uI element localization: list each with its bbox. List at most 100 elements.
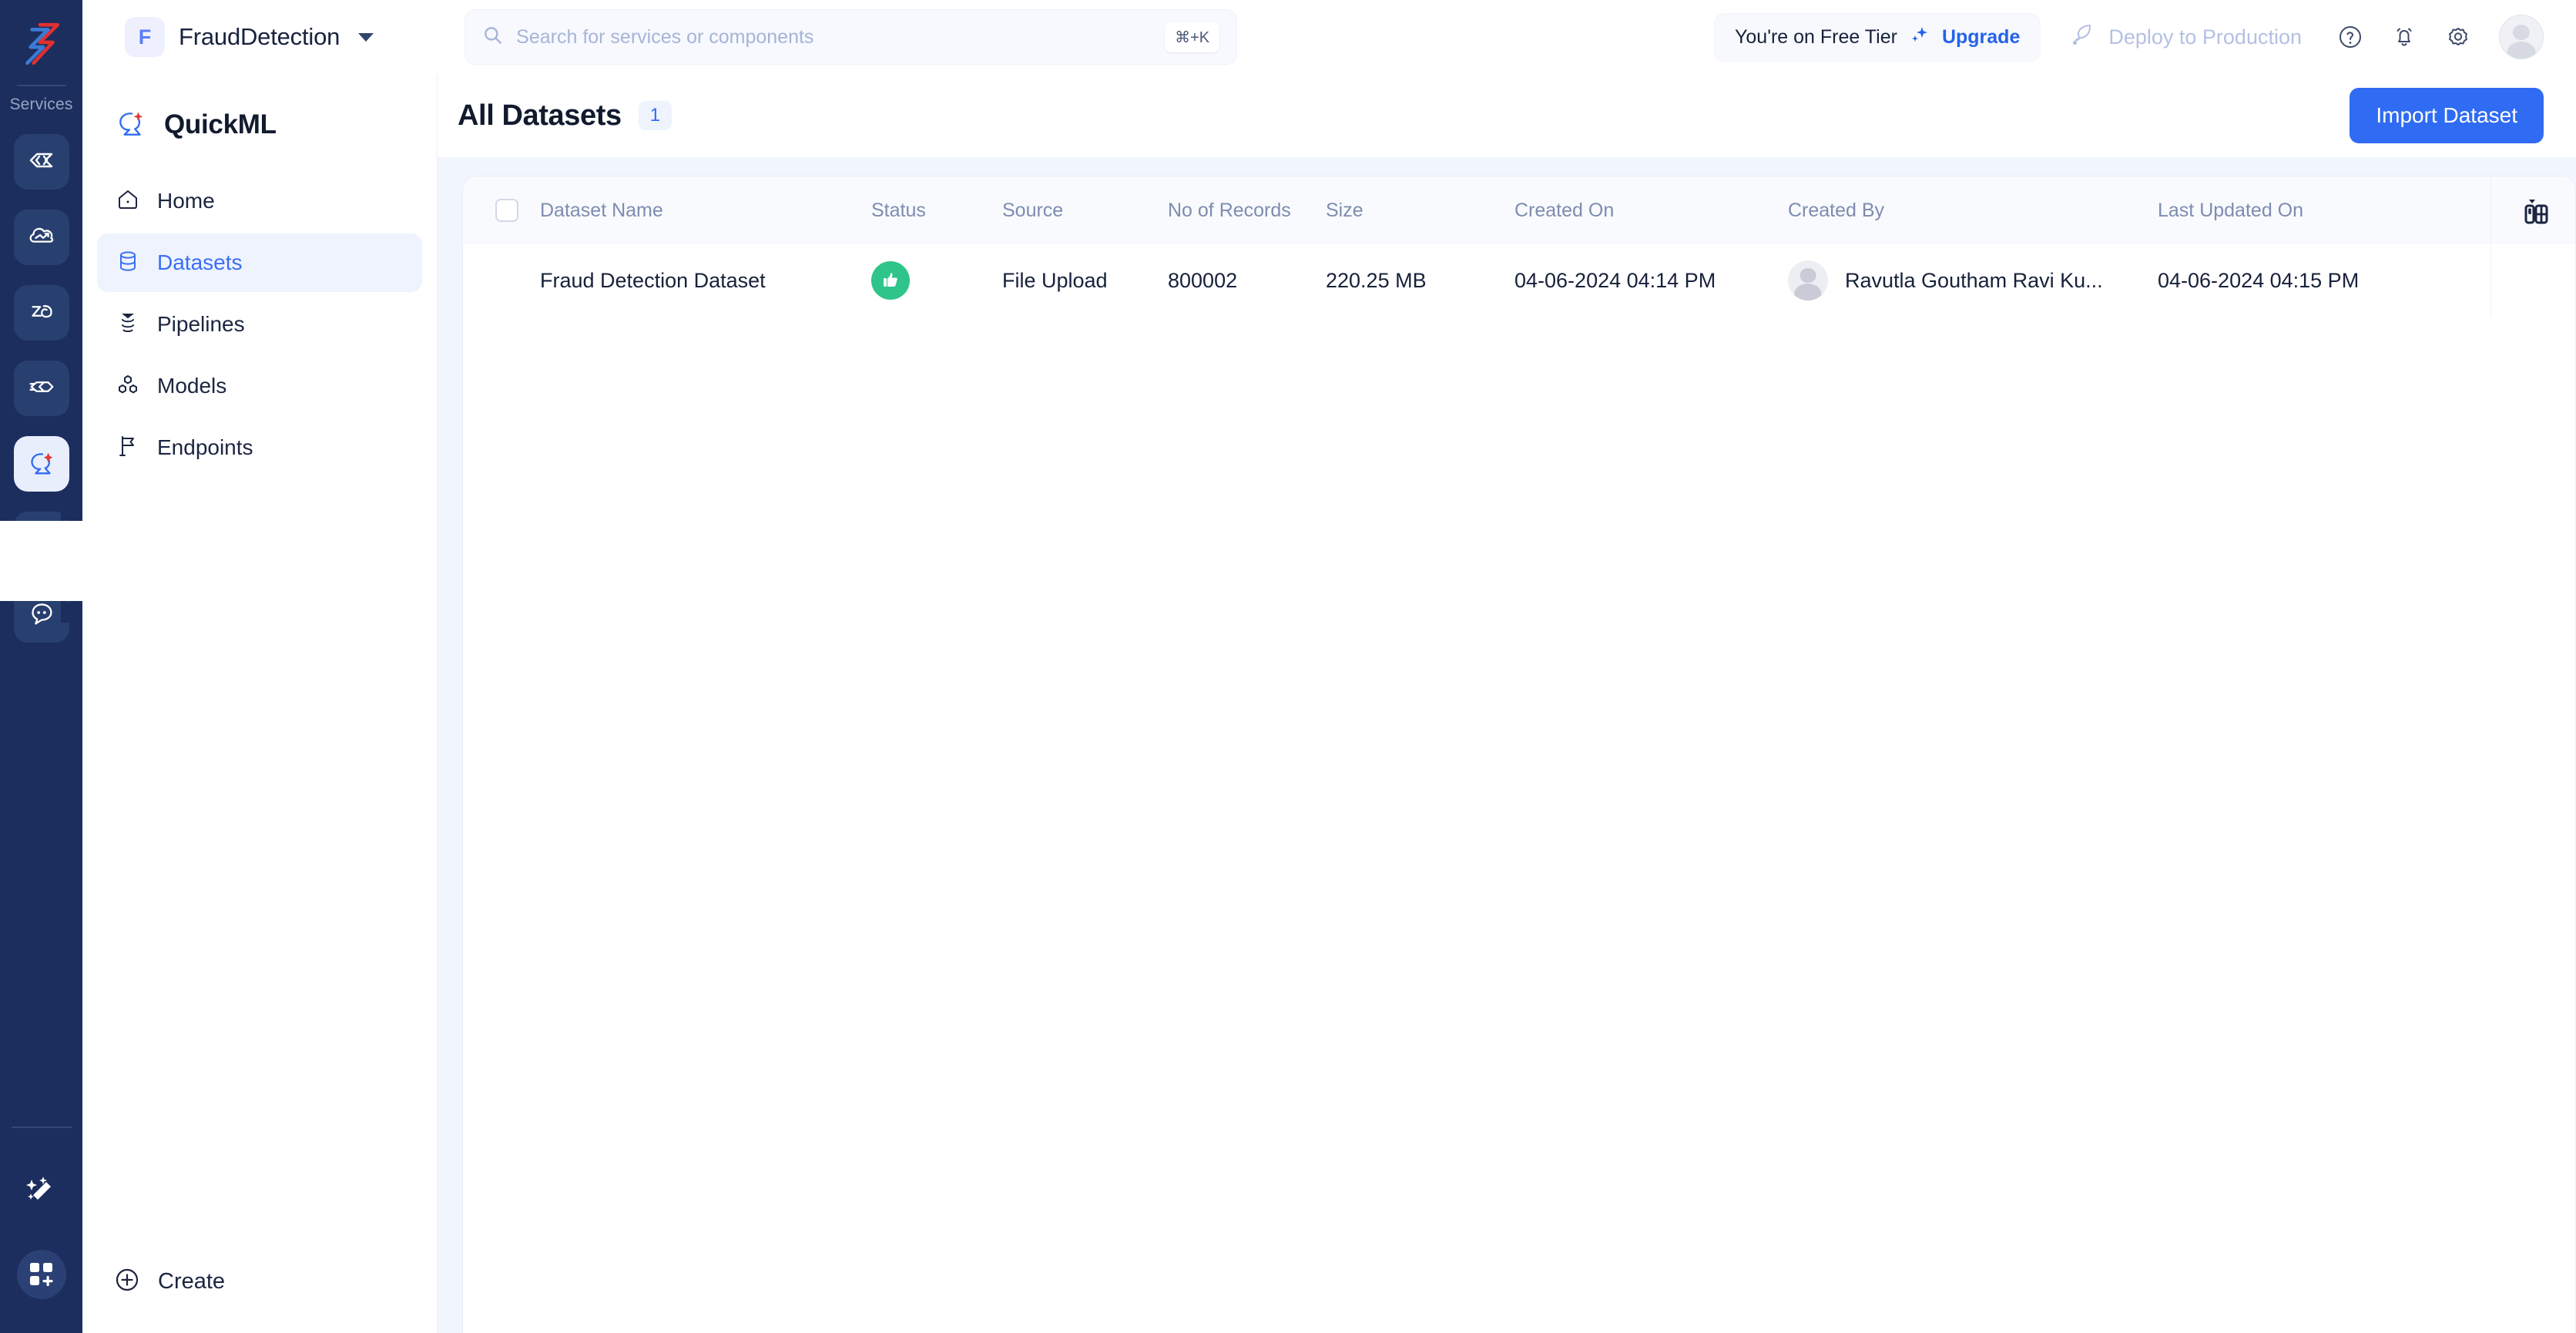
- free-tier-banner: You're on Free Tier Upgrade: [1714, 12, 2041, 62]
- home-icon: [116, 187, 140, 216]
- status-badge: [871, 261, 910, 300]
- column-settings-button[interactable]: [2491, 195, 2576, 226]
- column-header-created-on[interactable]: Created On: [1514, 176, 1788, 244]
- rail-item-code-service[interactable]: [13, 134, 69, 190]
- sidebar-item-home[interactable]: Home: [97, 172, 422, 230]
- plus-circle-icon: [113, 1266, 141, 1298]
- top-bar: F FraudDetection Search for services or …: [82, 0, 2576, 74]
- sidebar-item-label: Pipelines: [157, 312, 245, 336]
- create-button[interactable]: Create: [113, 1266, 437, 1298]
- database-icon: [116, 249, 140, 277]
- sidebar-item-label: Models: [157, 374, 227, 398]
- sidebar-item-datasets[interactable]: Datasets: [97, 233, 422, 292]
- quickml-logo-icon: [113, 105, 149, 144]
- table-row[interactable]: Fraud Detection Dataset File Upload 8000…: [463, 244, 2575, 317]
- cell-created-by: Ravutla Goutham Ravi Ku...: [1788, 244, 2158, 317]
- page-title: All Datasets: [458, 99, 622, 132]
- app-root: Services F FraudDetection Search for ser…: [0, 0, 2576, 1333]
- project-name: FraudDetection: [179, 23, 340, 50]
- select-all-checkbox[interactable]: [495, 199, 518, 222]
- import-dataset-button[interactable]: Import Dataset: [2350, 88, 2544, 143]
- column-settings-cell: [2490, 176, 2575, 244]
- flag-icon: [116, 434, 140, 462]
- sidebar-item-label: Endpoints: [157, 435, 253, 459]
- company-logo-icon: [15, 17, 69, 71]
- bell-icon[interactable]: [2391, 24, 2417, 50]
- models-icon: [116, 372, 140, 401]
- deploy-to-production-button[interactable]: Deploy to Production: [2070, 22, 2302, 53]
- row-select-cell: [463, 244, 540, 317]
- services-rail: Services: [0, 0, 82, 1333]
- rail-bottom-group: [0, 1127, 82, 1333]
- project-initial-badge: F: [125, 17, 165, 57]
- rail-services-label: Services: [9, 96, 73, 113]
- column-header-created-by[interactable]: Created By: [1788, 176, 2158, 244]
- create-label: Create: [158, 1269, 226, 1294]
- rail-item-data-flow[interactable]: [13, 285, 69, 341]
- column-header-last-updated-on[interactable]: Last Updated On: [2158, 176, 2490, 244]
- sidebar-item-models[interactable]: Models: [97, 357, 422, 415]
- sidebar-item-endpoints[interactable]: Endpoints: [97, 418, 422, 477]
- rail-item-quickml[interactable]: [13, 436, 69, 492]
- rail-item-orbit[interactable]: [13, 512, 69, 567]
- sidebar-item-pipelines[interactable]: Pipelines: [97, 295, 422, 354]
- page-header: All Datasets 1 Import Dataset: [438, 74, 2576, 157]
- rail-icon-list: [0, 134, 82, 643]
- upgrade-link[interactable]: Upgrade: [1942, 26, 2020, 49]
- cell-created-on: 04-06-2024 04:14 PM: [1514, 268, 1716, 292]
- column-header-no-of-records[interactable]: No of Records: [1168, 176, 1326, 244]
- avatar[interactable]: [2499, 15, 2544, 59]
- data-flow-icon: [25, 295, 58, 331]
- deploy-label: Deploy to Production: [2108, 25, 2302, 49]
- rail-item-chat-bot[interactable]: [13, 587, 69, 643]
- column-header-source[interactable]: Source: [1002, 176, 1168, 244]
- table-header: Dataset Name Status Source No of Records…: [463, 176, 2575, 244]
- sparkle-icon: [1910, 25, 1930, 49]
- table-body: Fraud Detection Dataset File Upload 8000…: [463, 244, 2575, 317]
- help-icon[interactable]: [2337, 24, 2363, 50]
- chevron-down-icon: [358, 32, 374, 42]
- rail-divider: [16, 85, 66, 86]
- global-search[interactable]: Search for services or components ⌘+K: [465, 9, 1238, 65]
- column-header-status[interactable]: Status: [871, 176, 1002, 244]
- cell-status: [871, 244, 1002, 317]
- main-content: All Datasets 1 Import Dataset Dataset Na…: [438, 74, 2576, 1333]
- sidebar-footer: Create: [82, 1266, 437, 1333]
- tier-label: You're on Free Tier: [1735, 25, 1897, 48]
- cell-dataset-name[interactable]: Fraud Detection Dataset: [540, 244, 871, 317]
- datasets-table-card: Dataset Name Status Source No of Records…: [462, 176, 2576, 1333]
- project-switcher[interactable]: F FraudDetection: [125, 17, 374, 57]
- rocket-icon: [2070, 22, 2096, 53]
- gear-icon[interactable]: [2445, 24, 2471, 50]
- cell-no-of-records: 800002: [1168, 268, 1238, 292]
- pipelines-icon: [116, 311, 140, 339]
- app-sidebar: QuickML Home Datasets Pipelines Models E…: [82, 74, 438, 1333]
- code-service-icon: [26, 145, 57, 180]
- rail-item-cloud-deploy[interactable]: [13, 210, 69, 265]
- datasets-table: Dataset Name Status Source No of Records…: [463, 176, 2575, 317]
- cell-source: File Upload: [1002, 268, 1108, 292]
- sidebar-item-label: Home: [157, 189, 215, 213]
- magic-wand-icon[interactable]: [18, 1168, 65, 1214]
- column-header-dataset-name[interactable]: Dataset Name: [540, 176, 871, 244]
- rail-item-integration[interactable]: [13, 361, 69, 416]
- created-by-name: Ravutla Goutham Ravi Ku...: [1845, 268, 2103, 292]
- top-bar-icons: [2337, 15, 2544, 59]
- column-header-size[interactable]: Size: [1326, 176, 1514, 244]
- integration-icon: [25, 371, 58, 407]
- chat-bot-icon: [25, 597, 58, 633]
- quickml-icon: [25, 446, 58, 482]
- cloud-deploy-icon: [25, 220, 58, 256]
- cell-size: 220.25 MB: [1326, 268, 1427, 292]
- quickml-brand: QuickML: [113, 105, 437, 144]
- dataset-count-badge: 1: [638, 101, 673, 130]
- cell-row-actions: [2490, 244, 2575, 317]
- select-all-cell: [463, 176, 540, 244]
- sidebar-brand-label: QuickML: [164, 109, 277, 139]
- table-header-row: Dataset Name Status Source No of Records…: [463, 176, 2575, 244]
- search-input[interactable]: Search for services or components: [516, 26, 1152, 49]
- rail-bottom-divider: [11, 1127, 72, 1128]
- sidebar-nav: Home Datasets Pipelines Models Endpoints: [82, 172, 437, 477]
- apps-grid-add-icon[interactable]: [16, 1250, 66, 1299]
- sidebar-item-label: Datasets: [157, 250, 243, 274]
